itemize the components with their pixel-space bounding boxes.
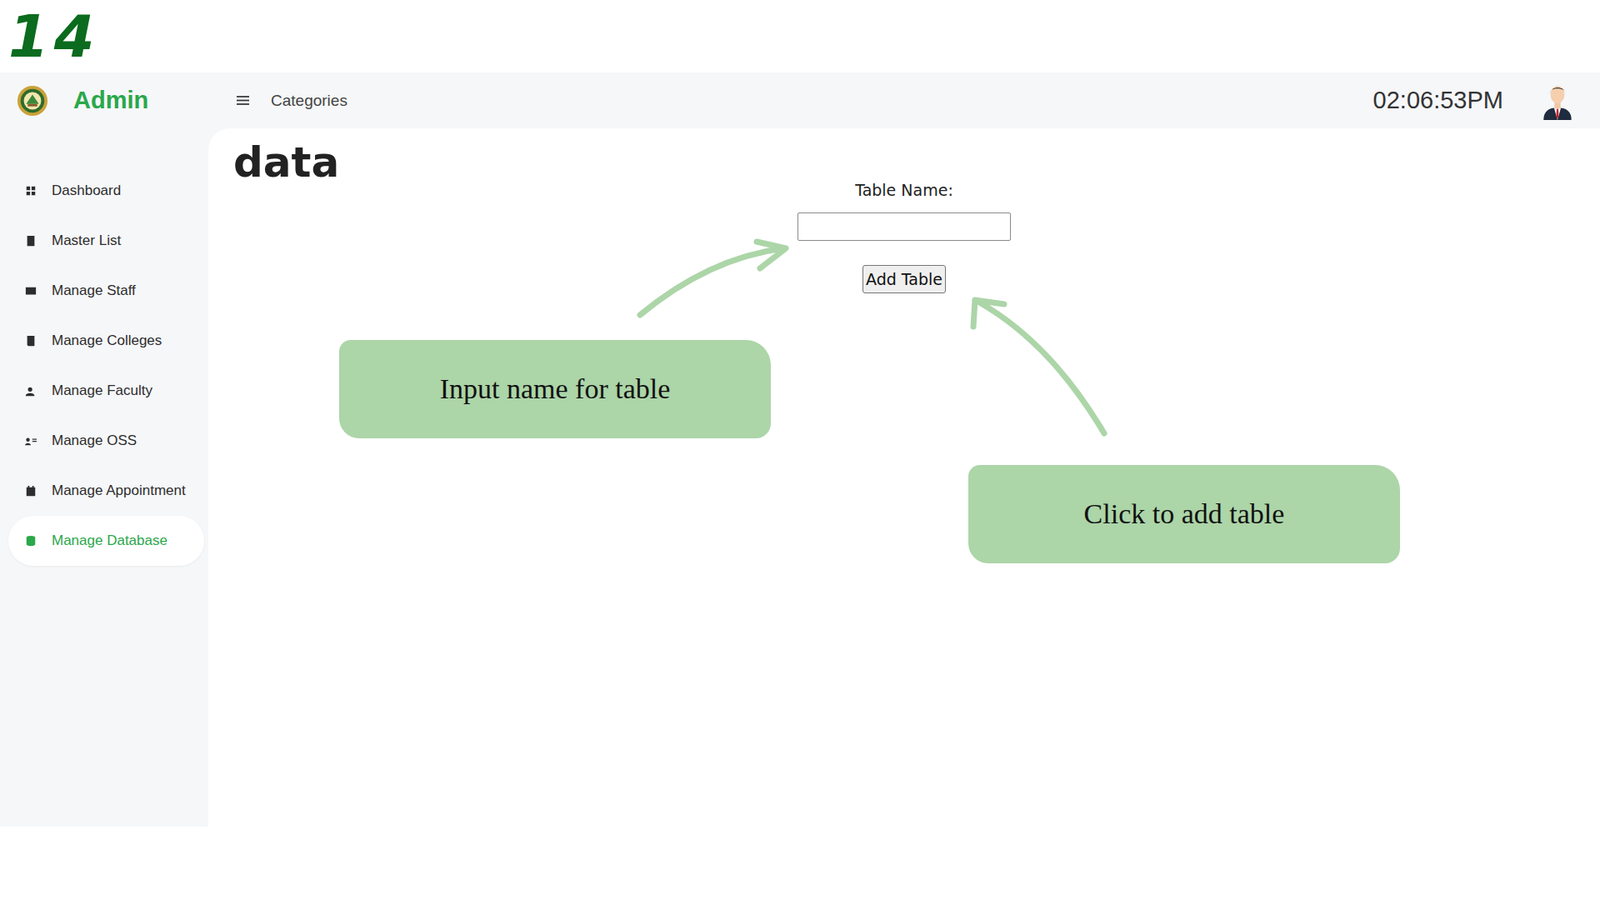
sidebar-item[interactable]: Manage Colleges xyxy=(0,315,209,366)
annotation-arrows xyxy=(0,0,1600,900)
sidebar: Dashboard Master List Manage Staff Manag… xyxy=(0,128,209,827)
sidebar-item[interactable]: Manage OSS xyxy=(0,415,209,466)
sidebar-item[interactable]: Dashboard xyxy=(0,165,209,216)
sidebar-item[interactable]: Manage Staff xyxy=(0,265,209,316)
hamburger-menu-icon[interactable] xyxy=(236,95,250,106)
annotation-callout: Input name for table xyxy=(339,340,771,439)
seal-logo-icon xyxy=(16,85,49,117)
sidebar-item-label: Manage OSS xyxy=(51,432,137,450)
step-number: 14 xyxy=(8,7,100,66)
sidebar-item-label: Master List xyxy=(51,232,121,250)
nav-icon xyxy=(25,485,37,497)
arrow-to-button-icon xyxy=(976,300,1105,434)
nav-icon xyxy=(25,285,37,297)
sidebar-item-label: Manage Faculty xyxy=(51,382,153,400)
brand: Admin xyxy=(0,72,209,129)
annotation-text: Click to add table xyxy=(1084,498,1285,530)
sidebar-item[interactable]: Manage Database xyxy=(8,515,205,566)
user-avatar-icon[interactable] xyxy=(1540,81,1575,120)
sidebar-item-label: Dashboard xyxy=(51,182,121,200)
sidebar-item-label: Manage Database xyxy=(51,532,168,550)
header-title: Categories xyxy=(270,91,348,110)
annotation-text: Input name for table xyxy=(440,373,671,405)
add-table-button[interactable]: Add Table xyxy=(862,265,946,294)
nav-icon xyxy=(25,385,37,397)
nav-icon xyxy=(25,435,37,447)
arrow-to-input-icon xyxy=(640,248,784,315)
step-header: 14 xyxy=(0,0,1600,73)
add-table-form: Table Name: Add Table xyxy=(233,180,1575,294)
sidebar-item[interactable]: Master List xyxy=(0,215,209,266)
admin-app: Admin Categories 02:06:53PM Dashboard Ma… xyxy=(0,72,1600,827)
sidebar-item[interactable]: Manage Faculty xyxy=(0,365,209,416)
table-name-input[interactable] xyxy=(797,212,1011,241)
nav-icon xyxy=(25,335,37,347)
sidebar-item-label: Manage Staff xyxy=(51,282,136,300)
sidebar-item[interactable]: Manage Appointment xyxy=(0,465,209,516)
brand-title: Admin xyxy=(73,86,149,115)
nav-icon xyxy=(25,185,37,197)
page-title: data xyxy=(233,140,1575,186)
annotation-callout: Click to add table xyxy=(968,465,1400,564)
tutorial-page: 14 Admin Categories 02:06:53PM Dashboard… xyxy=(0,0,1600,900)
sidebar-item-label: Manage Colleges xyxy=(51,332,162,350)
nav-icon xyxy=(25,535,37,547)
table-name-label: Table Name: xyxy=(855,180,954,200)
clock: 02:06:53PM xyxy=(1373,86,1504,115)
nav-icon xyxy=(25,235,37,247)
top-bar: Categories 02:06:53PM xyxy=(208,72,1600,129)
sidebar-item-label: Manage Appointment xyxy=(51,482,186,500)
